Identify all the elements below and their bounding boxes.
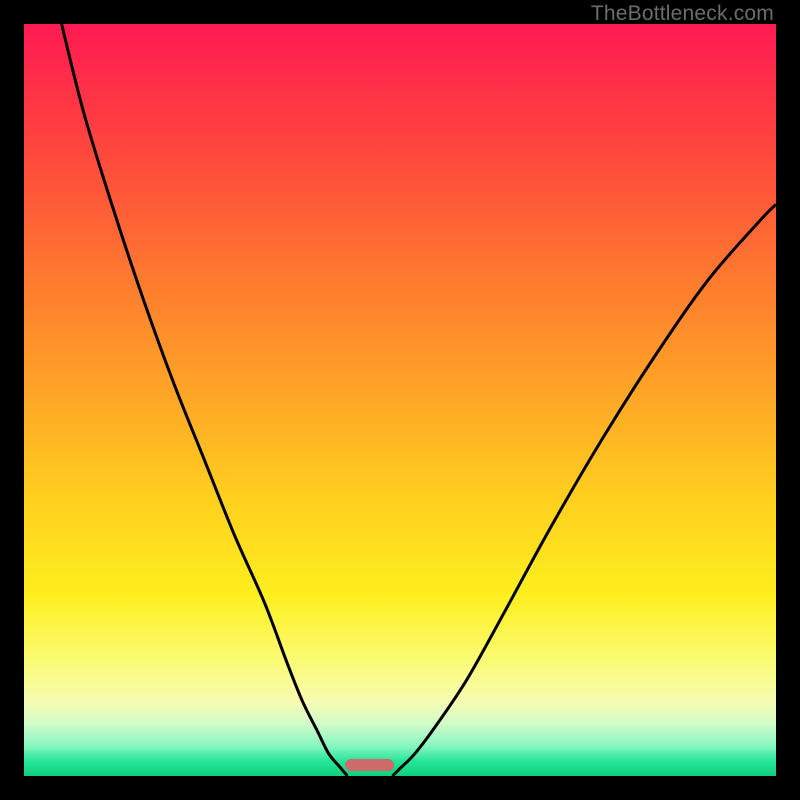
chart-frame: TheBottleneck.com [0,0,800,800]
watermark-label: TheBottleneck.com [591,2,774,26]
left-branch-curve [62,24,348,776]
curve-layer [24,24,776,776]
bottleneck-marker [345,759,394,771]
plot-area [24,24,776,776]
right-branch-curve [392,204,776,776]
